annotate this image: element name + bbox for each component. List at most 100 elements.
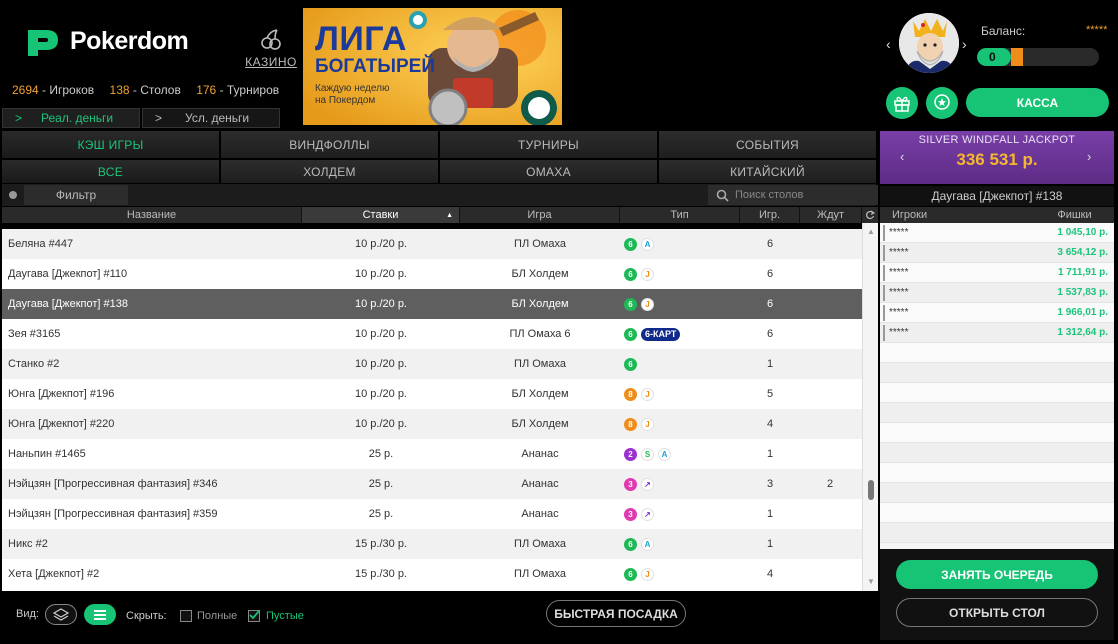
filter-button[interactable]: Фильтр bbox=[24, 185, 128, 205]
player-name: ***** bbox=[889, 327, 909, 338]
rewards-button[interactable] bbox=[926, 87, 958, 119]
search-box[interactable] bbox=[708, 185, 878, 205]
table-row[interactable]: Юнга [Джекпот] #220 10 р./20 р. БЛ Холдем 8… bbox=[2, 409, 862, 439]
table-row[interactable]: Даугава [Джекпот] #110 10 р./20 р. БЛ Холд… bbox=[2, 259, 862, 289]
table-game: Ананас bbox=[521, 478, 559, 490]
column-name[interactable]: Название bbox=[2, 207, 302, 223]
player-chips: 1 312,64 р. bbox=[1057, 327, 1108, 338]
cashier-button[interactable]: КАССА bbox=[966, 88, 1109, 117]
table-tag-icon: A bbox=[641, 537, 654, 551]
jackpot-next-icon[interactable]: › bbox=[1087, 149, 1091, 164]
avatar-next-icon[interactable]: › bbox=[962, 36, 967, 52]
table-player-count: 6 bbox=[766, 238, 774, 250]
table-type: 6J bbox=[620, 289, 740, 319]
sort-asc-icon: ▲ bbox=[446, 211, 453, 219]
table-waiting-count: 2 bbox=[826, 478, 834, 490]
column-game[interactable]: Игра bbox=[460, 207, 620, 223]
empty-seat-row bbox=[880, 403, 1114, 423]
hide-full-checkbox[interactable] bbox=[180, 610, 192, 622]
avatar-prev-icon[interactable]: ‹ bbox=[886, 36, 891, 52]
table-row[interactable]: Зея #3165 10 р./20 р. ПЛ Омаха 6 6 6-КАРТ 6 bbox=[2, 319, 862, 349]
tab-all[interactable]: ВСЕ bbox=[2, 160, 219, 183]
player-name: ***** bbox=[889, 287, 909, 298]
table-row[interactable]: Нэйцзян [Прогрессивная фантазия] #346 25 … bbox=[2, 469, 862, 499]
players-label: - Игроков bbox=[42, 83, 95, 97]
seats-badge: 6 bbox=[624, 297, 637, 311]
scrollbar-thumb[interactable] bbox=[868, 480, 874, 500]
empty-seat-row bbox=[880, 483, 1114, 503]
tab-tournaments[interactable]: ТУРНИРЫ bbox=[440, 131, 657, 158]
player-marker bbox=[883, 325, 885, 341]
table-stakes: 10 р./20 р. bbox=[355, 418, 407, 430]
hide-empty-checkbox[interactable] bbox=[248, 610, 260, 622]
tab-holdem[interactable]: ХОЛДЕМ bbox=[221, 160, 438, 183]
gift-button[interactable] bbox=[886, 87, 918, 119]
table-tag-icon: ↗ bbox=[641, 477, 654, 491]
table-name: Даугава [Джекпот] #138 bbox=[8, 298, 128, 310]
view-list-button[interactable] bbox=[84, 604, 116, 625]
tab-omaha[interactable]: ОМАХА bbox=[440, 160, 657, 183]
tab-real-money[interactable]: > Реал. деньги bbox=[2, 108, 140, 128]
selected-table-title: Даугава [Джекпот] #138 bbox=[880, 186, 1114, 206]
tables-list: Беляна #447 10 р./20 р. ПЛ Омаха 6 A 6 Даугава… bbox=[2, 229, 862, 591]
column-players[interactable]: Игр. bbox=[740, 207, 800, 223]
table-row[interactable]: Наньпин #1465 25 р. Ананас 2 S A 1 bbox=[2, 439, 862, 469]
search-icon bbox=[716, 189, 729, 202]
casino-link[interactable]: КАЗИНО bbox=[245, 28, 297, 69]
empty-seat-row bbox=[880, 423, 1114, 443]
table-row[interactable]: Нэйцзян [Прогрессивная фантазия] #359 25 … bbox=[2, 499, 862, 529]
column-type[interactable]: Тип bbox=[620, 207, 740, 223]
table-tag-icon: J bbox=[641, 567, 654, 581]
seats-badge: 3 bbox=[624, 507, 637, 521]
table-type: 8J bbox=[620, 409, 740, 439]
table-name: Станко #2 bbox=[8, 358, 60, 370]
view-grid-button[interactable] bbox=[45, 604, 77, 625]
table-player-count: 6 bbox=[766, 298, 774, 310]
table-scrollbar[interactable]: ▲ ▼ bbox=[862, 223, 878, 591]
scroll-up-icon[interactable]: ▲ bbox=[867, 227, 875, 236]
player-name: ***** bbox=[889, 307, 909, 318]
jackpot-value: 336 531 р. bbox=[956, 150, 1038, 169]
tab-cash-games[interactable]: КЭШ ИГРЫ bbox=[2, 131, 219, 158]
hide-full-label: Полные bbox=[197, 610, 238, 622]
table-game: БЛ Холдем bbox=[511, 268, 569, 280]
player-row: ***** 1 312,64 р. bbox=[880, 323, 1114, 343]
logo-icon bbox=[24, 26, 62, 56]
column-stakes-label: Ставки bbox=[362, 209, 399, 221]
tab-chinese[interactable]: КИТАЙСКИЙ bbox=[659, 160, 876, 183]
tab-windfalls[interactable]: ВИНДФОЛЛЫ bbox=[221, 131, 438, 158]
table-row[interactable]: Даугава [Джекпот] #138 10 р./20 р. БЛ Холд… bbox=[2, 289, 862, 319]
tab-play-money[interactable]: > Усл. деньги bbox=[142, 108, 280, 128]
column-stakes[interactable]: Ставки ▲ bbox=[302, 207, 460, 223]
level-number: 0 bbox=[989, 50, 996, 64]
table-row[interactable]: Юнга [Джекпот] #196 10 р./20 р. БЛ Холдем 8… bbox=[2, 379, 862, 409]
seats-badge: 8 bbox=[624, 417, 637, 431]
hide-label: Скрыть: bbox=[126, 610, 167, 622]
table-row[interactable]: Станко #2 10 р./20 р. ПЛ Омаха 6 1 bbox=[2, 349, 862, 379]
join-queue-button[interactable]: ЗАНЯТЬ ОЧЕРЕДЬ bbox=[896, 560, 1098, 589]
tab-events[interactable]: СОБЫТИЯ bbox=[659, 131, 876, 158]
chevron-right-icon: > bbox=[15, 111, 23, 125]
banner-title-1: ЛИГА bbox=[315, 20, 407, 58]
filter-indicator-icon bbox=[9, 191, 17, 199]
table-row[interactable]: Беляна #447 10 р./20 р. ПЛ Омаха 6 A 6 bbox=[2, 229, 862, 259]
table-game: БЛ Холдем bbox=[511, 418, 569, 430]
table-game: БЛ Холдем bbox=[511, 388, 569, 400]
player-chips: 1 711,91 р. bbox=[1057, 267, 1108, 278]
refresh-icon[interactable] bbox=[862, 207, 878, 223]
open-table-button[interactable]: ОТКРЫТЬ СТОЛ bbox=[896, 598, 1098, 627]
seats-badge: 6 bbox=[624, 327, 637, 341]
table-stakes: 10 р./20 р. bbox=[355, 268, 407, 280]
avatar[interactable] bbox=[899, 13, 959, 73]
table-stakes: 10 р./20 р. bbox=[355, 358, 407, 370]
promo-banner[interactable]: ЛИГА БОГАТЫРЕЙ Каждую неделю на Покердом bbox=[303, 8, 562, 125]
search-input[interactable] bbox=[735, 189, 875, 201]
table-row[interactable]: Никс #2 15 р./30 р. ПЛ Омаха 6 A 1 bbox=[2, 529, 862, 559]
scroll-down-icon[interactable]: ▼ bbox=[867, 577, 875, 586]
table-name: Беляна #447 bbox=[8, 238, 74, 250]
empty-seat-row bbox=[880, 463, 1114, 483]
column-waiting[interactable]: Ждут bbox=[800, 207, 862, 223]
quick-seat-button[interactable]: БЫСТРАЯ ПОСАДКА bbox=[546, 600, 686, 627]
table-row[interactable]: Хета [Джекпот] #2 15 р./30 р. ПЛ Омаха 6 J 4 bbox=[2, 559, 862, 589]
pokerdom-logo[interactable]: Pokerdom bbox=[24, 26, 189, 56]
